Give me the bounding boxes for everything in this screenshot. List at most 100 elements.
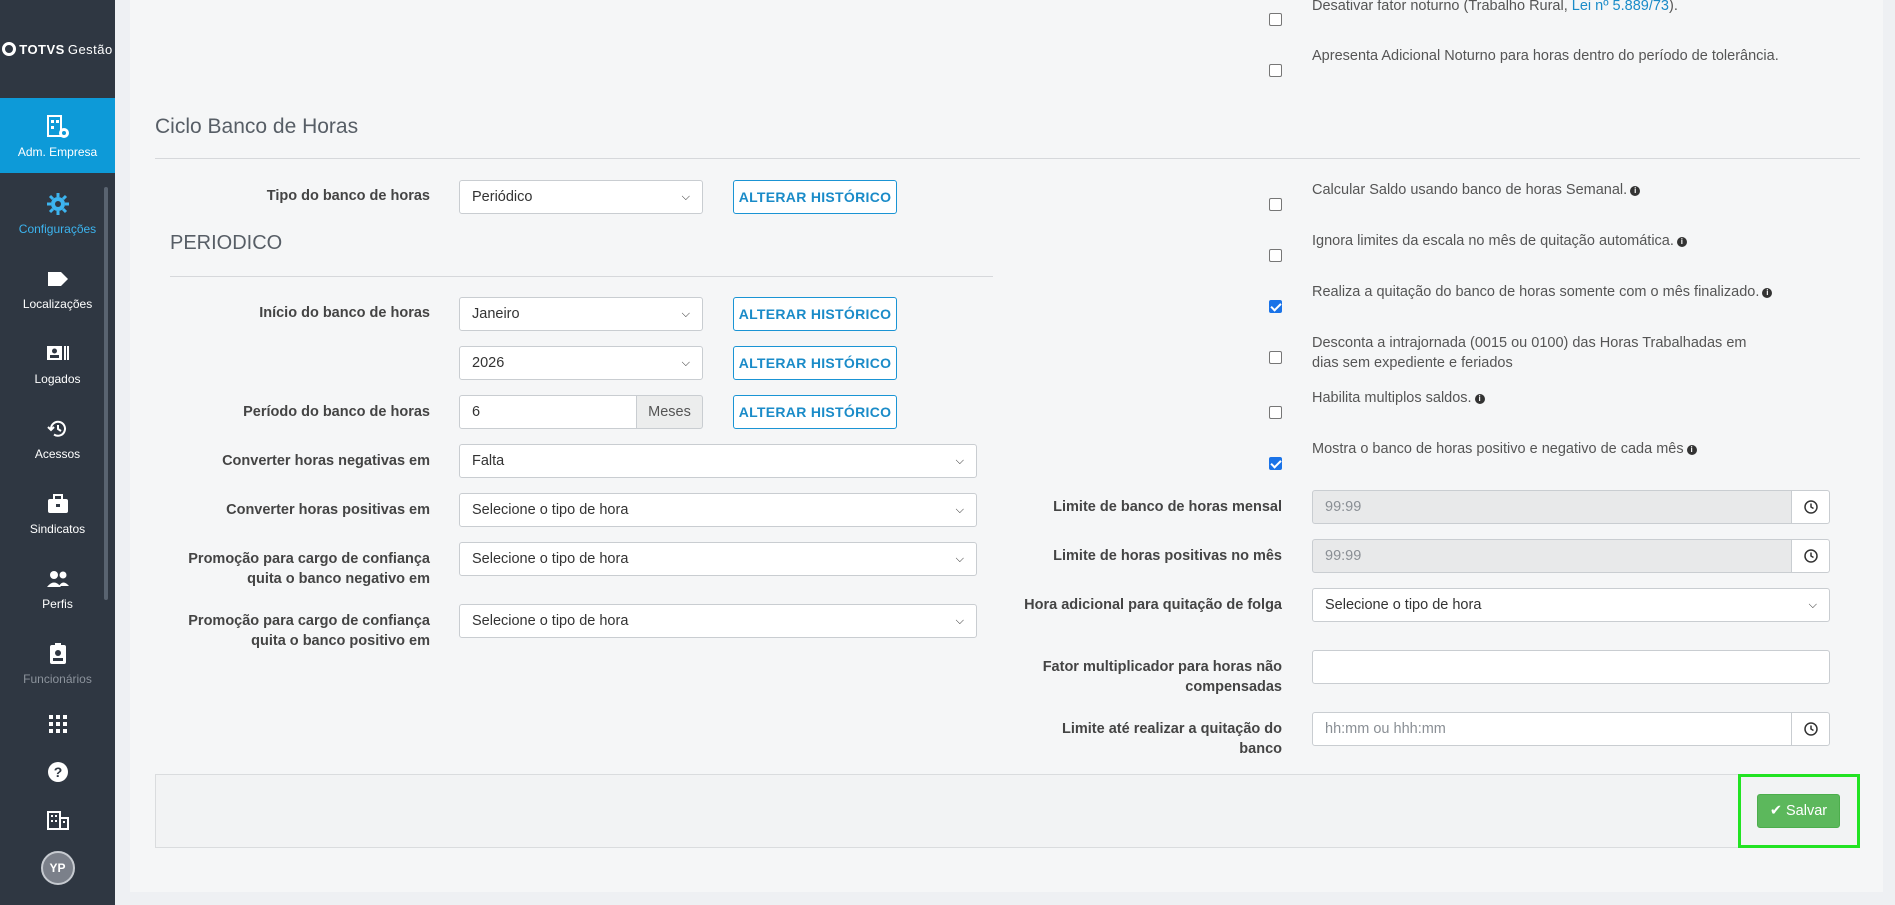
nav-label: Configurações	[18, 221, 97, 236]
limite-quitacao-input[interactable]: hh:mm ou hhh:mm	[1312, 712, 1792, 746]
converter-positivas-select[interactable]: Selecione o tipo de hora ⌵	[459, 493, 977, 527]
multiplos-saldos-checkbox[interactable]	[1269, 406, 1282, 419]
inicio-banco-label: Início do banco de horas	[259, 305, 430, 321]
inicio-mes-select[interactable]: Janeiro ⌵	[459, 297, 703, 331]
building-cog-icon	[44, 113, 72, 141]
apps-grid-icon[interactable]	[0, 700, 115, 748]
app-logo[interactable]: TOTVS Gestão	[0, 0, 115, 98]
mostra-positivo-negativo-text: Mostra o banco de horas positivo e negat…	[1312, 439, 1852, 459]
history-icon	[44, 415, 72, 443]
nav-adm-empresa[interactable]: Adm. Empresa	[0, 98, 115, 173]
alterar-historico-inicio-ano-button[interactable]: ALTERAR HISTÓRICO	[733, 346, 897, 380]
company-building-icon[interactable]	[0, 796, 115, 844]
quitacao-mes-finalizado-text: Realiza a quitação do banco de horas som…	[1312, 282, 1852, 302]
logo-brand: TOTVS	[19, 41, 65, 57]
select-value: Selecione o tipo de hora	[1325, 597, 1482, 613]
limite-positivas-input: 99:99	[1312, 539, 1792, 573]
section-title-periodico: PERIODICO	[170, 232, 283, 254]
nav-label: Logados	[34, 371, 81, 386]
badge-icon	[44, 640, 72, 668]
sidebar: TOTVS Gestão Adm. Empresa Configurações …	[0, 0, 115, 905]
gear-icon	[44, 190, 72, 218]
periodo-unit-addon: Meses	[636, 395, 703, 429]
nav-label: Sindicatos	[29, 521, 86, 536]
ignora-limites-checkbox[interactable]	[1269, 249, 1282, 262]
nav-localizacoes[interactable]: Localizações	[0, 250, 115, 325]
info-icon[interactable]: i	[1676, 237, 1687, 247]
converter-positivas-label: Converter horas positivas em	[226, 502, 430, 518]
form-footer	[155, 774, 1860, 848]
info-icon[interactable]: i	[1686, 445, 1697, 455]
avatar[interactable]: YP	[40, 851, 75, 885]
tipo-banco-label: Tipo do banco de horas	[266, 188, 430, 204]
info-icon[interactable]: i	[1474, 394, 1485, 404]
divider	[170, 276, 993, 277]
nav-acessos[interactable]: Acessos	[0, 400, 115, 475]
limite-quitacao-label: Limite até realizar a quitação do banco	[1062, 721, 1282, 757]
tipo-banco-select[interactable]: Periódico ⌵	[459, 180, 703, 214]
promocao-positivo-label: Promoção para cargo de confiança quita o…	[188, 613, 430, 649]
sidebar-bottom: ? YP	[0, 700, 115, 892]
divider	[155, 158, 1860, 159]
nav-configuracoes[interactable]: Configurações	[0, 175, 115, 250]
help-icon[interactable]: ?	[0, 748, 115, 796]
adicional-noturno-checkbox[interactable]	[1269, 64, 1282, 77]
logo-product: Gestão	[67, 41, 113, 57]
nav-label: Funcionários	[23, 671, 92, 686]
periodo-banco-input[interactable]: 6	[459, 395, 637, 429]
clock-icon[interactable]	[1791, 490, 1830, 524]
quitacao-mes-finalizado-checkbox[interactable]	[1269, 300, 1282, 313]
briefcase-icon	[44, 490, 72, 518]
nav-perfis[interactable]: Perfis	[0, 550, 115, 625]
select-value: Selecione o tipo de hora	[472, 551, 629, 567]
select-value: Selecione o tipo de hora	[472, 613, 629, 629]
saldo-semanal-text: Calcular Saldo usando banco de horas Sem…	[1312, 180, 1852, 200]
saldo-semanal-checkbox[interactable]	[1269, 198, 1282, 211]
converter-negativas-select[interactable]: Falta ⌵	[459, 444, 977, 478]
nav-scroll-area[interactable]: Configurações Localizações Logados Acess…	[0, 175, 115, 690]
chevron-down-icon: ⌵	[681, 190, 690, 203]
promocao-negativo-label: Promoção para cargo de confiança quita o…	[188, 551, 430, 587]
select-value: 2026	[472, 355, 505, 371]
info-icon[interactable]: i	[1630, 186, 1641, 196]
clock-icon[interactable]	[1791, 539, 1830, 573]
totvs-logo-icon	[2, 42, 17, 56]
limite-positivas-label: Limite de horas positivas no mês	[1053, 548, 1282, 564]
hora-adicional-folga-select[interactable]: Selecione o tipo de hora ⌵	[1312, 588, 1830, 622]
users-icon	[44, 565, 72, 593]
promocao-positivo-select[interactable]: Selecione o tipo de hora ⌵	[459, 604, 977, 638]
desativar-fator-noturno-text: Desativar fator noturno (Trabalho Rural,…	[1312, 0, 1678, 14]
sidebar-scrollbar[interactable]	[104, 187, 108, 600]
nav-label: Perfis	[42, 596, 73, 611]
lei-link[interactable]: Lei nº 5.889/73	[1572, 0, 1669, 14]
desativar-fator-noturno-checkbox[interactable]	[1269, 13, 1282, 26]
limite-mensal-label: Limite de banco de horas mensal	[1053, 499, 1282, 515]
desconta-intrajornada-text: Desconta a intrajornada (0015 ou 0100) d…	[1312, 335, 1747, 371]
chevron-down-icon: ⌵	[681, 307, 690, 320]
hora-adicional-folga-label: Hora adicional para quitação de folga	[1024, 597, 1282, 613]
promocao-negativo-select[interactable]: Selecione o tipo de hora ⌵	[459, 542, 977, 576]
section-title-ciclo: Ciclo Banco de Horas	[155, 115, 359, 138]
limite-mensal-input: 99:99	[1312, 490, 1792, 524]
chevron-down-icon: ⌵	[955, 454, 964, 467]
inicio-ano-select[interactable]: 2026 ⌵	[459, 346, 703, 380]
converter-negativas-label: Converter horas negativas em	[222, 453, 430, 469]
mostra-positivo-negativo-checkbox[interactable]	[1269, 457, 1282, 470]
select-value: Falta	[472, 453, 505, 469]
nav-label: Adm. Empresa	[17, 144, 98, 159]
nav-funcionarios[interactable]: Funcionários	[0, 625, 115, 690]
clock-icon[interactable]	[1791, 712, 1830, 746]
nav-label: Acessos	[34, 446, 81, 461]
select-value: Selecione o tipo de hora	[472, 502, 629, 518]
save-highlight-box	[1738, 774, 1860, 848]
alterar-historico-inicio-mes-button[interactable]: ALTERAR HISTÓRICO	[733, 297, 897, 331]
nav-logados[interactable]: Logados	[0, 325, 115, 400]
adicional-noturno-text: Apresenta Adicional Noturno para horas d…	[1312, 48, 1779, 64]
nav-sindicatos[interactable]: Sindicatos	[0, 475, 115, 550]
info-icon[interactable]: i	[1762, 288, 1773, 298]
alterar-historico-periodo-button[interactable]: ALTERAR HISTÓRICO	[733, 395, 897, 429]
fator-multiplicador-input[interactable]	[1312, 650, 1830, 684]
alterar-historico-tipo-button[interactable]: ALTERAR HISTÓRICO	[733, 180, 897, 214]
chevron-down-icon: ⌵	[955, 614, 964, 627]
desconta-intrajornada-checkbox[interactable]	[1269, 351, 1282, 364]
